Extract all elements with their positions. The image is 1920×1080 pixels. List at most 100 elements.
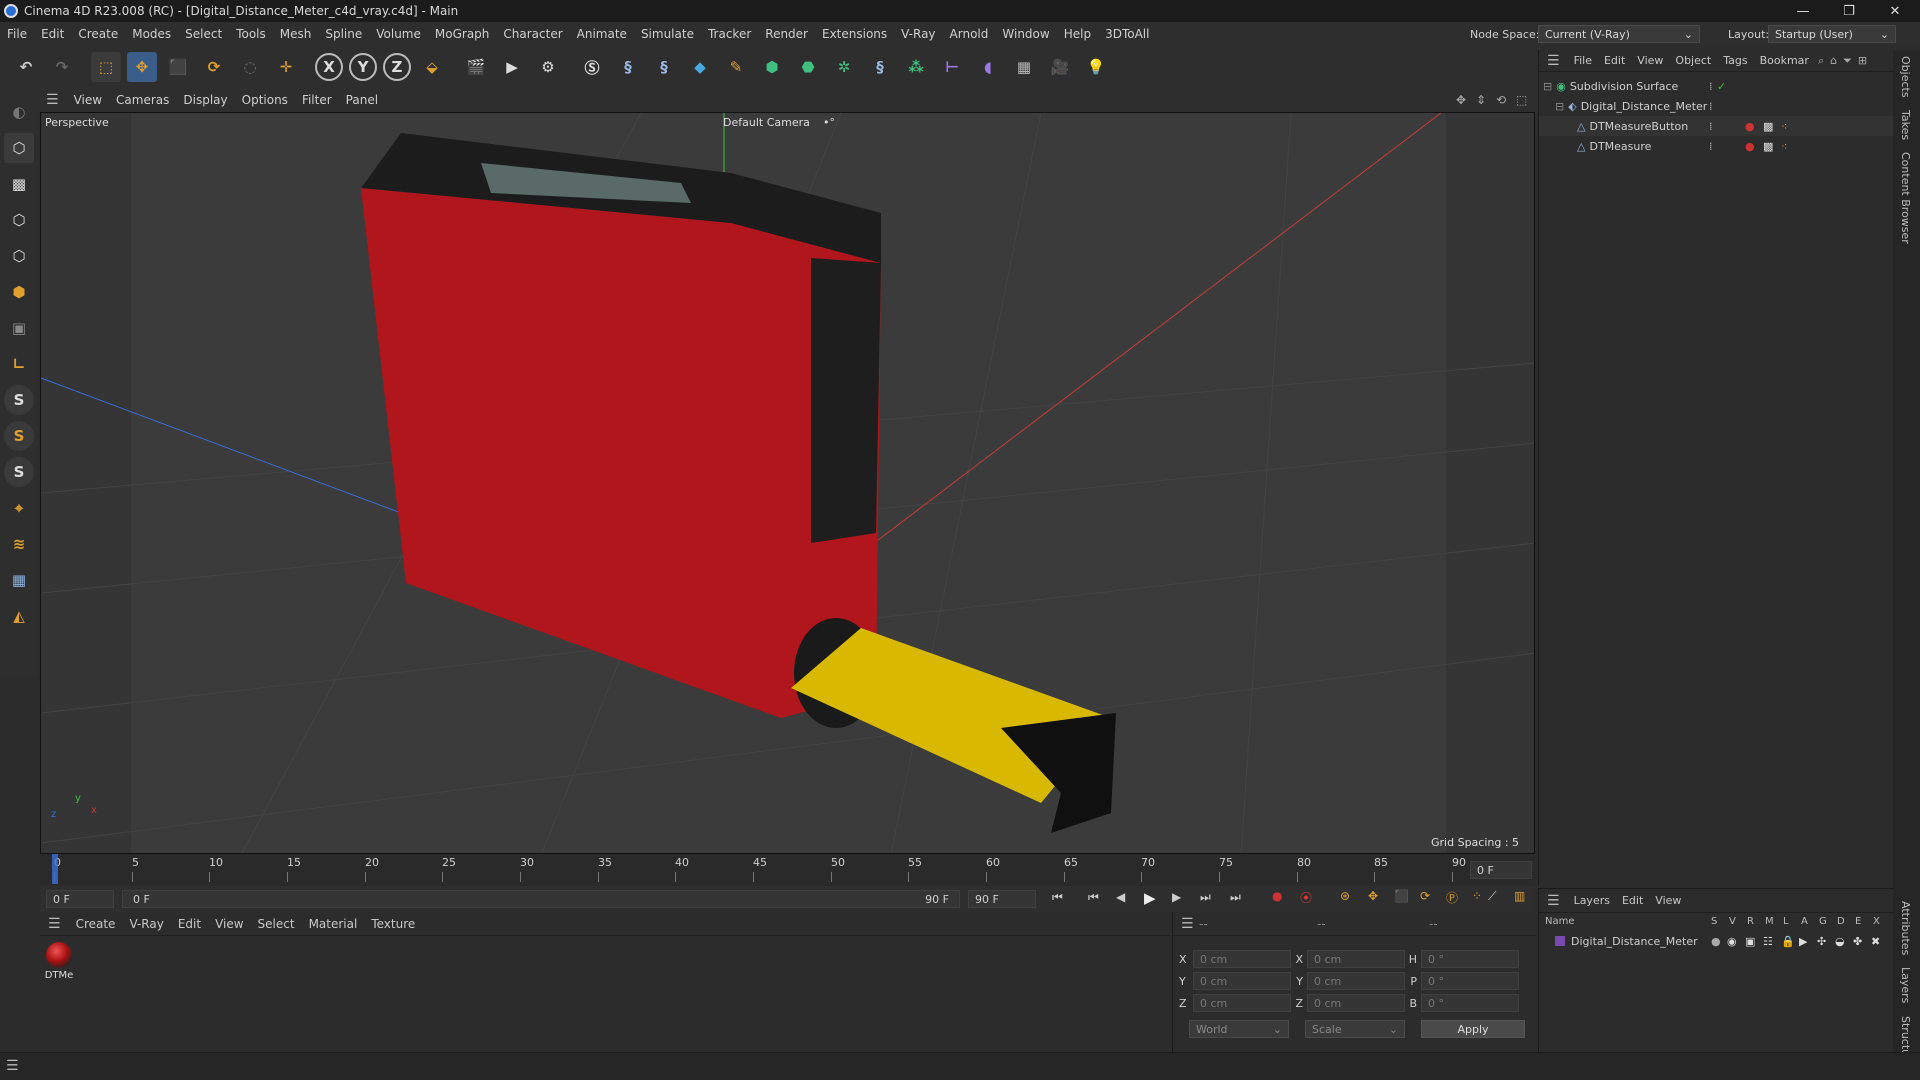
record-icon[interactable]: ● — [1272, 889, 1282, 903]
deformer-icon[interactable]: ◖ — [973, 52, 1003, 82]
expand-icon[interactable]: ⊟ — [1555, 100, 1564, 113]
pen-spline-icon[interactable]: ✎ — [721, 52, 751, 82]
side-tab-objects[interactable]: Objects — [1893, 50, 1912, 104]
render-picture-viewer-icon[interactable]: ▶ — [497, 52, 527, 82]
y-axis-lock-icon[interactable]: Y — [349, 53, 377, 81]
generators-icon[interactable]: ✣ — [1817, 935, 1826, 948]
pan-view-icon[interactable]: ✥ — [1456, 93, 1466, 107]
close-button[interactable]: ✕ — [1872, 0, 1918, 22]
rot-h-field[interactable]: 0 ° — [1421, 950, 1519, 968]
key-scale-icon[interactable]: ⬛ — [1394, 889, 1409, 903]
coordinate-system-icon[interactable]: ⬙ — [417, 52, 447, 82]
layers-menu-view[interactable]: View — [1649, 894, 1687, 907]
grid-icon[interactable]: ▦ — [4, 565, 34, 595]
menu-character[interactable]: Character — [496, 27, 569, 41]
uvw-tag-icon[interactable]: ▩ — [1763, 140, 1773, 153]
live-selection-icon[interactable]: ⬚ — [91, 52, 121, 82]
x-axis-lock-icon[interactable]: X — [315, 53, 343, 81]
camera-icon[interactable]: 🎥 — [1045, 52, 1075, 82]
frame-range-slider[interactable]: 0 F 90 F — [122, 890, 960, 908]
material-tag-icon[interactable]: ● — [1745, 140, 1755, 153]
lock-icon[interactable]: 🔒 — [1781, 935, 1795, 948]
layers-menu-edit[interactable]: Edit — [1616, 894, 1649, 907]
mograph-icon[interactable]: ⁂ — [901, 52, 931, 82]
node-space-select[interactable]: Current (V-Ray) ⌄ — [1538, 25, 1700, 43]
size-x-field[interactable]: 0 cm — [1307, 950, 1405, 968]
dolly-view-icon[interactable]: ⇕ — [1476, 93, 1486, 107]
phong-tag-icon[interactable]: ⁖ — [1781, 140, 1787, 153]
points-mode-icon[interactable]: ⬡ — [4, 205, 34, 235]
go-to-end-icon[interactable]: ⏭ — [1230, 890, 1241, 905]
viewport-menu-cameras[interactable]: Cameras — [109, 93, 176, 107]
redo-icon[interactable]: ↷ — [47, 52, 77, 82]
hamburger-menu-icon[interactable]: ☰ — [1539, 53, 1568, 69]
obj-menu-tags[interactable]: Tags — [1717, 54, 1753, 67]
solo-icon[interactable]: ● — [1711, 935, 1721, 948]
python-script-icon[interactable]: § — [649, 52, 679, 82]
object-row-digital-distance-meter[interactable]: ⊟ ⬖ Digital_Distance_Meter ⁞ — [1539, 96, 1894, 116]
xrefs-icon[interactable]: ✖ — [1871, 935, 1880, 948]
apply-button[interactable]: Apply — [1421, 1020, 1525, 1038]
menu-vray[interactable]: V-Ray — [894, 27, 942, 41]
material-menu-texture[interactable]: Texture — [364, 917, 422, 931]
quantize-icon[interactable]: S — [4, 457, 34, 487]
timeline-ruler[interactable]: 051015202530354045505560657075808590 0 F — [40, 854, 1535, 886]
material-swatch[interactable]: DTMe — [44, 942, 74, 981]
menu-create[interactable]: Create — [71, 27, 125, 41]
move-icon[interactable]: ✥ — [127, 52, 157, 82]
viewport-menu-view[interactable]: View — [67, 93, 109, 107]
obj-menu-file[interactable]: File — [1568, 54, 1598, 67]
hamburger-menu-icon[interactable]: ☰ — [6, 1058, 19, 1074]
transform-icon[interactable]: ✛ — [271, 52, 301, 82]
key-rotation-icon[interactable]: ⟳ — [1420, 889, 1430, 903]
eye-icon[interactable]: ◉ — [1727, 935, 1737, 948]
material-menu-vray[interactable]: V-Ray — [122, 917, 170, 931]
python-generator-icon[interactable]: § — [865, 52, 895, 82]
camera-label[interactable]: Default Camera — [723, 116, 810, 129]
key-pla-icon[interactable]: ⁘ — [1472, 889, 1482, 903]
maximize-view-icon[interactable]: ⬚ — [1516, 93, 1527, 107]
size-z-field[interactable]: 0 cm — [1307, 994, 1405, 1012]
previous-key-icon[interactable]: ⏮ — [1088, 890, 1099, 905]
timeline-icon[interactable]: ⟋ — [1488, 889, 1496, 904]
enabled-check-icon[interactable]: ✓ — [1717, 80, 1726, 93]
deformers-icon[interactable]: ◒ — [1835, 935, 1845, 948]
hamburger-menu-icon[interactable]: ☰ — [1539, 893, 1568, 909]
viewport-menu-filter[interactable]: Filter — [295, 93, 339, 107]
key-parameter-icon[interactable]: Ⓟ — [1446, 889, 1458, 906]
timeline-layout-icon[interactable]: ▥ — [1514, 889, 1525, 903]
render-icon[interactable]: ▣ — [1745, 935, 1755, 948]
material-menu-create[interactable]: Create — [69, 917, 123, 931]
render-settings-icon[interactable]: ⚙ — [533, 52, 563, 82]
cloner-icon[interactable]: ✲ — [829, 52, 859, 82]
uv-mode-icon[interactable]: ▣ — [4, 313, 34, 343]
menu-help[interactable]: Help — [1057, 27, 1098, 41]
axis-mode-icon[interactable]: ∟ — [4, 349, 34, 379]
material-menu-edit[interactable]: Edit — [171, 917, 208, 931]
menu-edit[interactable]: Edit — [34, 27, 71, 41]
obj-menu-bookmarks[interactable]: Bookmar — [1754, 54, 1815, 67]
new-window-icon[interactable]: ⊞ — [1855, 54, 1870, 67]
rotate-view-icon[interactable]: ⟲ — [1496, 93, 1506, 107]
expand-icon[interactable]: ⊟ — [1543, 80, 1552, 93]
menu-select[interactable]: Select — [178, 27, 229, 41]
layout-select[interactable]: Startup (User) ⌄ — [1768, 25, 1896, 43]
visibility-toggle-icon[interactable]: ⁞ — [1709, 100, 1713, 113]
menu-volume[interactable]: Volume — [369, 27, 428, 41]
go-to-start-icon[interactable]: ⏮ — [1052, 890, 1063, 905]
measure-icon[interactable]: ⊢ — [937, 52, 967, 82]
end-frame-field[interactable]: 90 F — [968, 890, 1036, 908]
menu-tracker[interactable]: Tracker — [701, 27, 758, 41]
material-menu-material[interactable]: Material — [302, 917, 365, 931]
obj-menu-edit[interactable]: Edit — [1598, 54, 1631, 67]
key-position-icon[interactable]: ✥ — [1368, 889, 1378, 903]
material-menu-select[interactable]: Select — [251, 917, 302, 931]
viewport-menu-display[interactable]: Display — [176, 93, 234, 107]
home-icon[interactable]: ⌂ — [1827, 54, 1840, 67]
layer-row[interactable]: Digital_Distance_Meter ● ◉ ▣ ☷ 🔒 ▶ ✣ ◒ ✤… — [1539, 931, 1893, 951]
cube-primitive-icon[interactable]: ◆ — [685, 52, 715, 82]
play-icon[interactable]: ▶ — [1144, 889, 1156, 907]
edges-mode-icon[interactable]: ⬡ — [4, 241, 34, 271]
menu-extensions[interactable]: Extensions — [815, 27, 894, 41]
visibility-toggle-icon[interactable]: ⁞ — [1709, 140, 1713, 153]
